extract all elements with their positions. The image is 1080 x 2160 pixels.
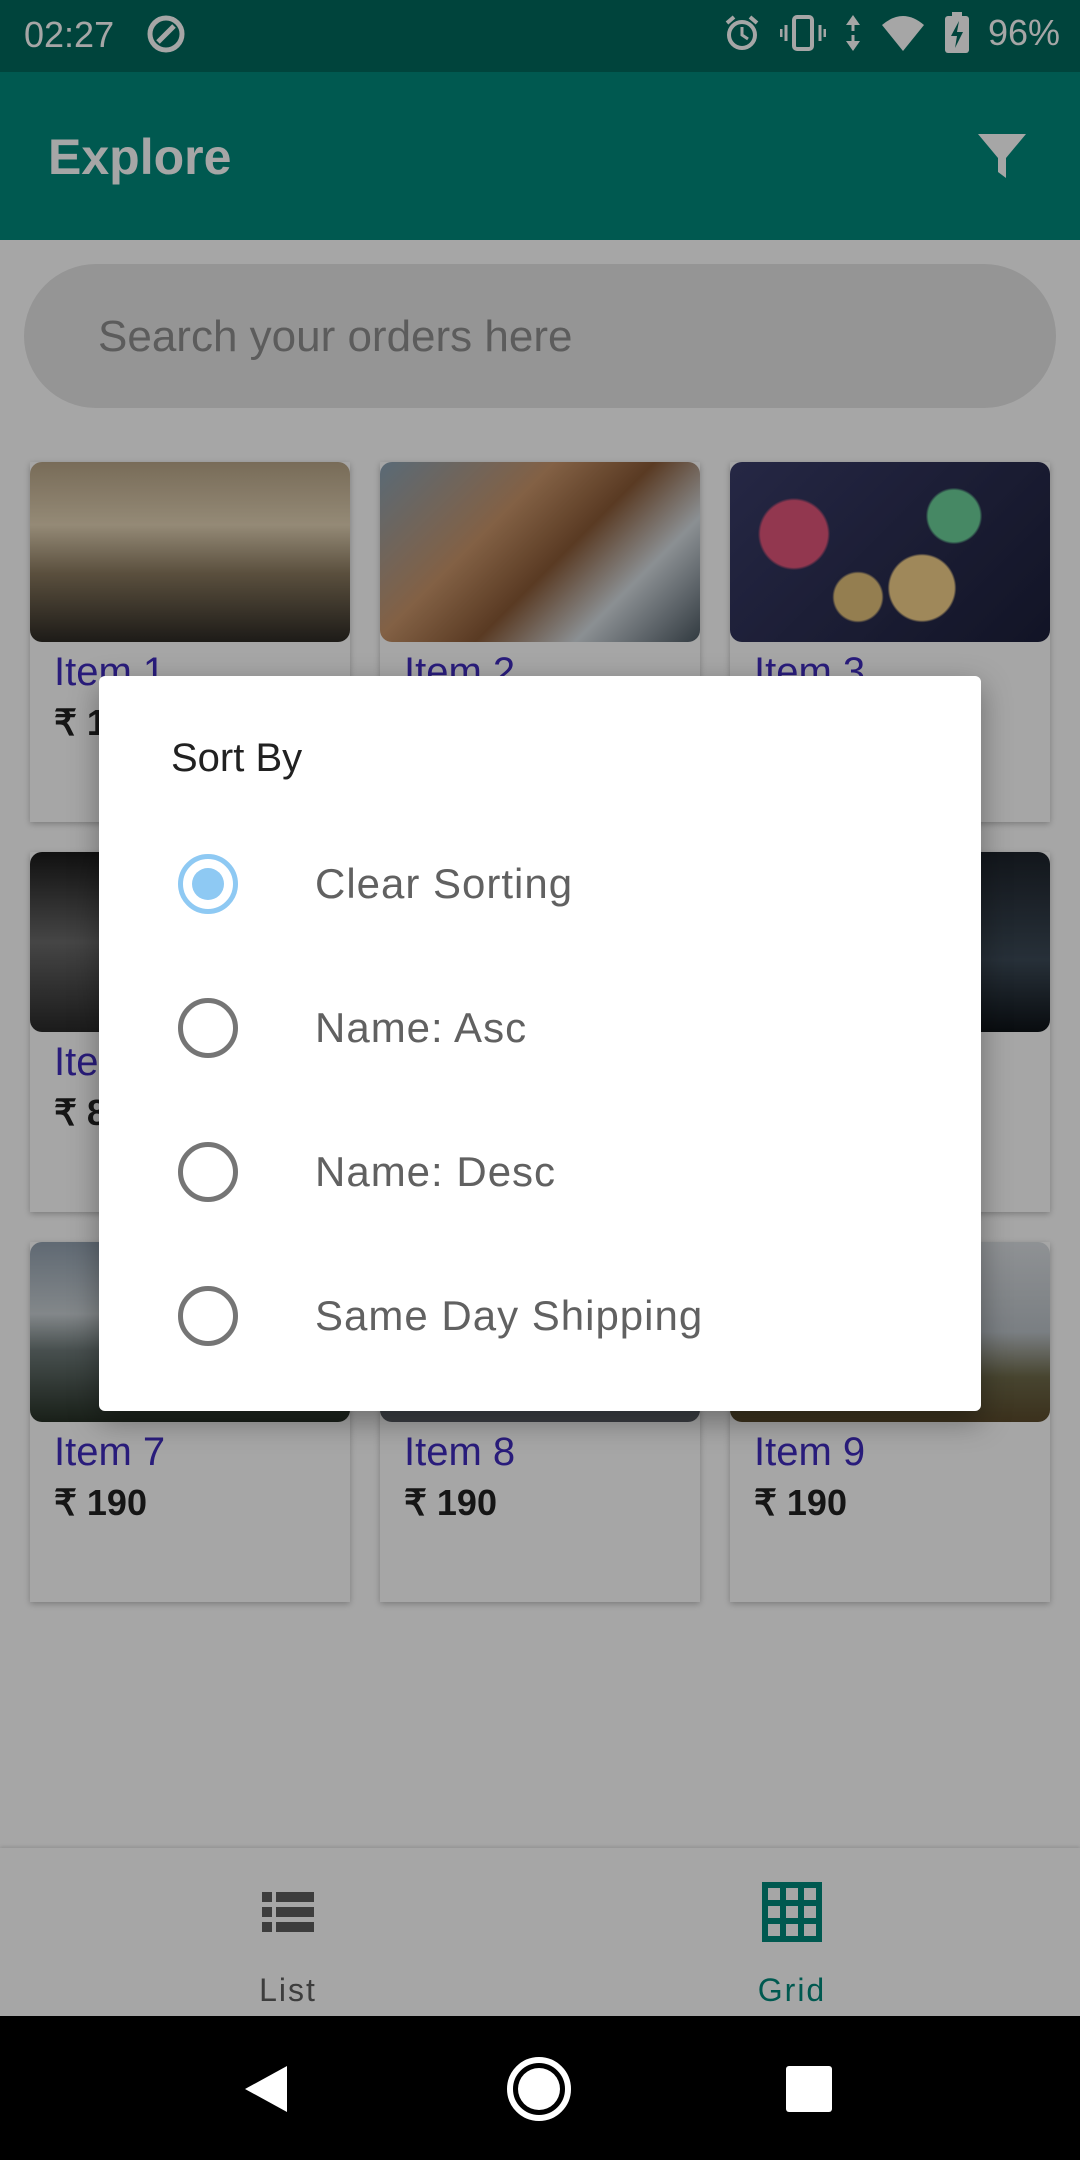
sort-option-label: Same Day Shipping	[315, 1292, 704, 1339]
radio-selected-icon[interactable]	[178, 854, 238, 914]
recents-icon[interactable]	[786, 2066, 832, 2112]
radio-unselected-icon[interactable]	[178, 998, 238, 1058]
sort-dialog: Sort By Clear Sorting Name: Asc Name: De…	[99, 676, 981, 1411]
sort-option-clear[interactable]: Clear Sorting	[99, 812, 981, 956]
sort-option-label: Name: Desc	[315, 1148, 557, 1195]
sort-option-label: Clear Sorting	[315, 860, 574, 907]
home-icon[interactable]	[506, 2056, 572, 2122]
sort-option-name-desc[interactable]: Name: Desc	[99, 1100, 981, 1244]
sort-option-same-day-shipping[interactable]: Same Day Shipping	[99, 1244, 981, 1388]
back-icon[interactable]	[243, 2064, 289, 2114]
sort-option-name-asc[interactable]: Name: Asc	[99, 956, 981, 1100]
radio-unselected-icon[interactable]	[178, 1286, 238, 1346]
dialog-title: Sort By	[171, 736, 303, 780]
system-nav-bar	[0, 2016, 1080, 2160]
sort-option-label: Name: Asc	[315, 1004, 528, 1051]
radio-unselected-icon[interactable]	[178, 1142, 238, 1202]
